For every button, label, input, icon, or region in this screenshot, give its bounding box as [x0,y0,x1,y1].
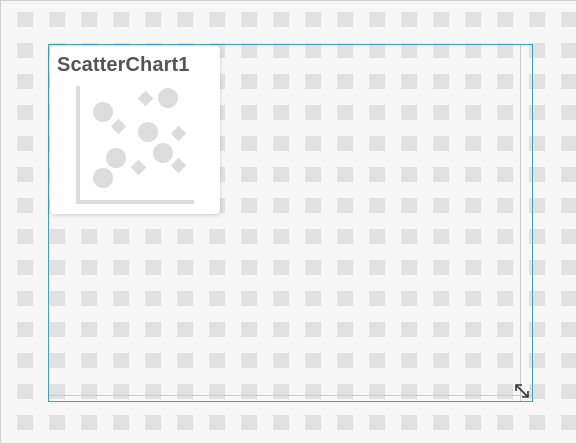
widget-title: ScatterChart1 [57,54,190,76]
scatter-chart-widget[interactable]: ScatterChart1 [48,44,533,402]
chart-placeholder-card[interactable]: ScatterChart1 [50,46,220,214]
design-canvas[interactable]: ScatterChart1 [0,0,577,444]
scatter-chart-icon [76,86,194,204]
widget-guide-vertical [520,45,521,401]
widget-guide-horizontal [49,395,532,396]
resize-diagonal-icon[interactable] [513,382,531,400]
